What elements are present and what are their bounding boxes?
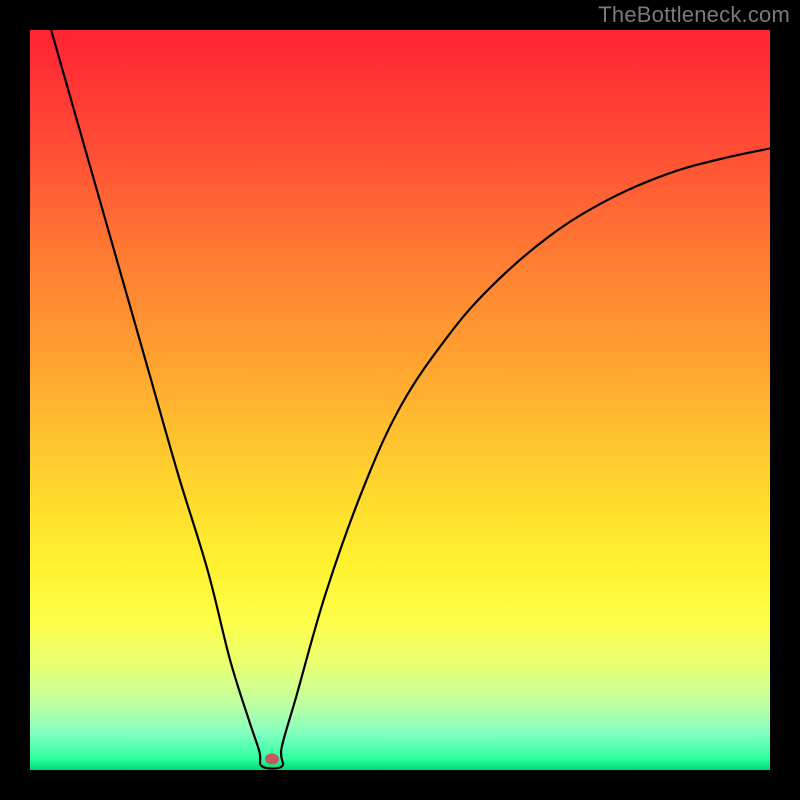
plot-area [30,30,770,770]
bottleneck-curve [30,30,770,770]
chart-frame: TheBottleneck.com [0,0,800,800]
watermark-text: TheBottleneck.com [598,2,790,28]
optimum-marker [265,753,279,764]
